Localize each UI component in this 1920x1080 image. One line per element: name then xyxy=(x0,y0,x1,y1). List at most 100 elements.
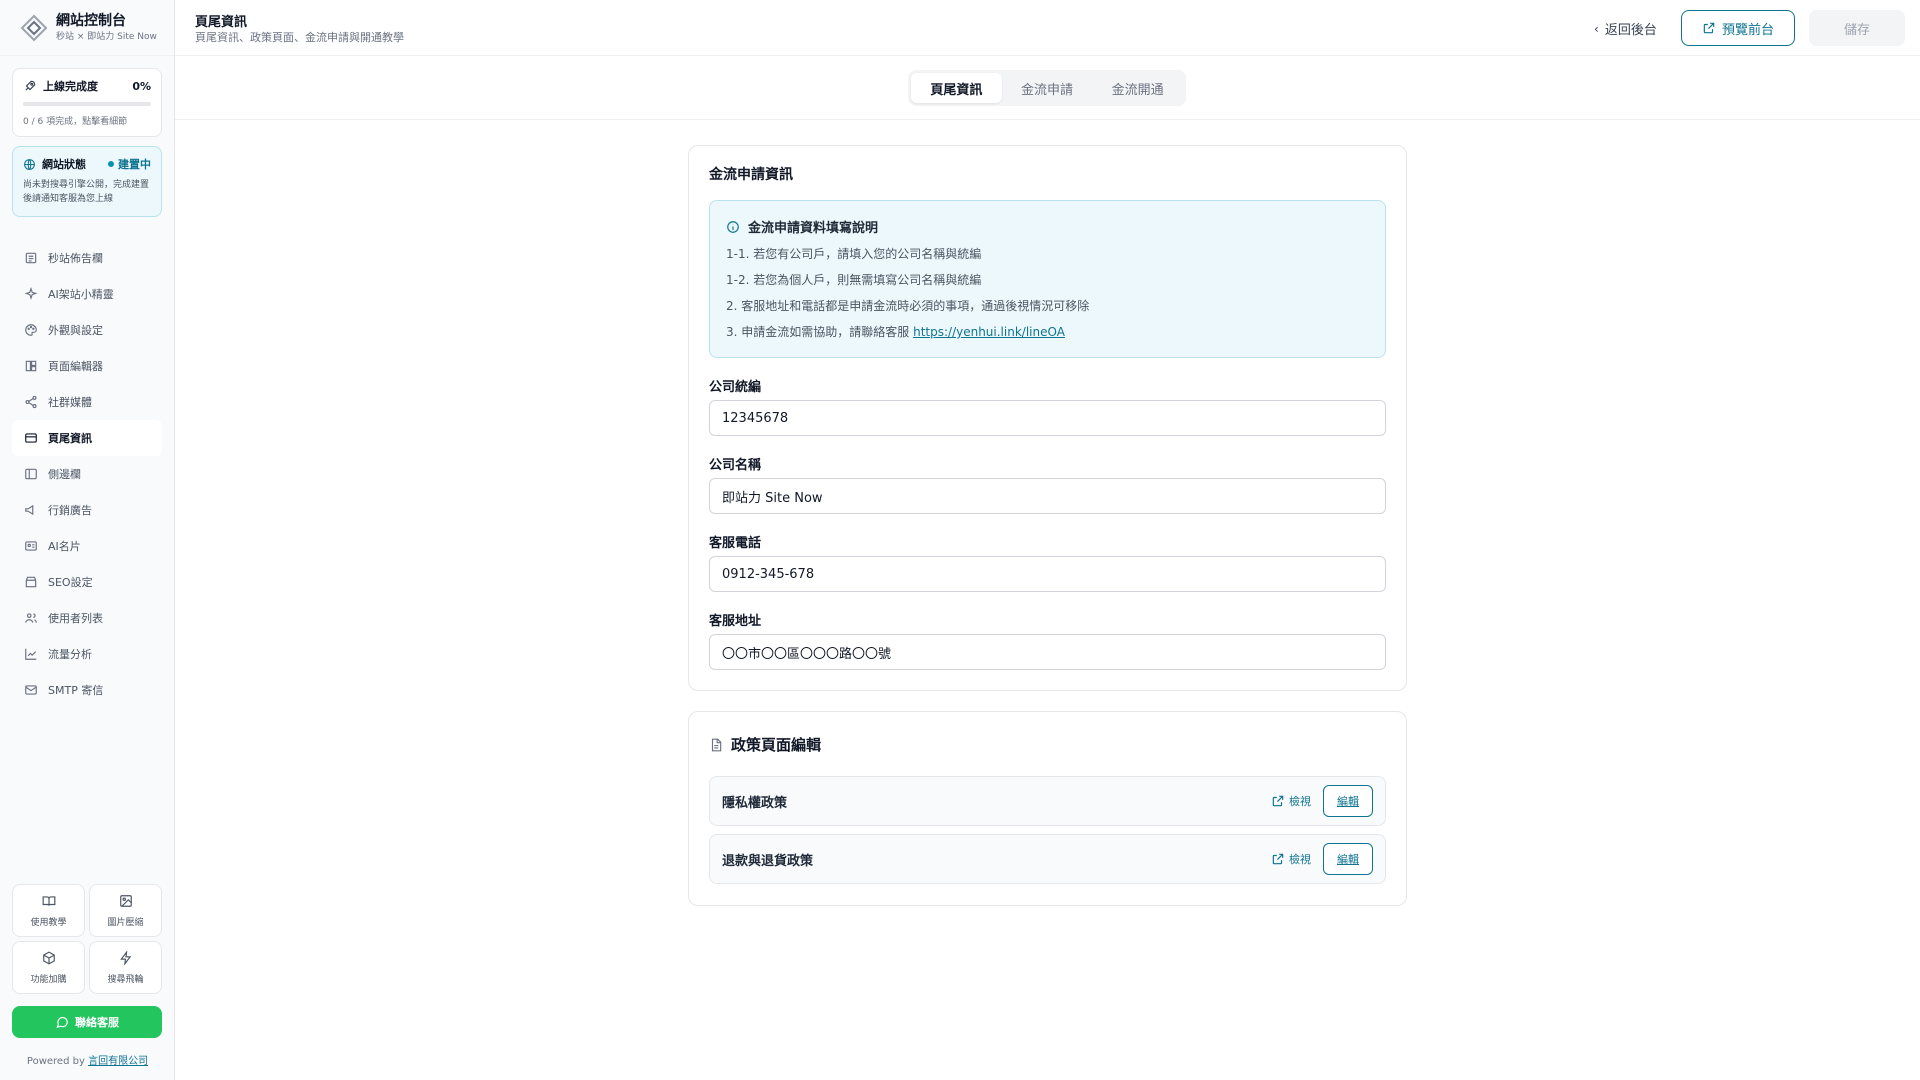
sidebar-item-social[interactable]: 社群媒體 xyxy=(12,384,162,420)
tax-id-input[interactable] xyxy=(709,400,1386,436)
policy-name: 退款與退貨政策 xyxy=(722,853,814,869)
tool-label: 使用教學 xyxy=(30,917,67,928)
view-label: 檢視 xyxy=(1289,795,1311,808)
payment-card-title: 金流申請資訊 xyxy=(709,167,793,183)
page-subtitle: 頁尾資訊、政策頁面、金流申請與開通教學 xyxy=(195,31,404,44)
phone-label: 客服電話 xyxy=(709,536,762,551)
palette-icon xyxy=(24,323,38,337)
back-label: 返回後台 xyxy=(1604,23,1657,38)
progress-bar xyxy=(23,102,151,106)
sidebar-item-ai-wizard[interactable]: AI架站小精靈 xyxy=(12,276,162,312)
progress-note: 0 / 6 項完成，點擊看細節 xyxy=(23,117,128,127)
tabs: 頁尾資訊 金流申請 金流開通 xyxy=(908,70,1186,106)
sidebar-item-label: 流量分析 xyxy=(48,648,92,661)
tab-footer-info[interactable]: 頁尾資訊 xyxy=(911,73,1002,103)
tool-tutorial-button[interactable]: 使用教學 xyxy=(12,884,85,937)
logo-icon xyxy=(20,14,48,41)
megaphone-icon xyxy=(24,503,38,517)
tabs-bar: 頁尾資訊 金流申請 金流開通 xyxy=(175,56,1920,120)
progress-percent: 0% xyxy=(132,79,151,93)
info-box: 金流申請資料填寫說明 1-1. 若您有公司戶，請填入您的公司名稱與統編 1-2.… xyxy=(709,200,1386,358)
sidebar-item-label: 頁尾資訊 xyxy=(48,432,92,445)
rocket-icon xyxy=(23,79,37,93)
sidebar-item-appearance[interactable]: 外觀與設定 xyxy=(12,312,162,348)
store-icon xyxy=(24,575,38,589)
info-line-prefix: 3. 申請金流如需協助，請聯絡客服 xyxy=(726,325,910,339)
sidebar-item-smtp[interactable]: SMTP 寄信 xyxy=(12,672,162,708)
policy-view-link[interactable]: 檢視 xyxy=(1271,793,1311,809)
bulletin-icon xyxy=(24,251,38,265)
sidebar-item-bulletin[interactable]: 秒站佈告欄 xyxy=(12,240,162,276)
tax-id-label: 公司統編 xyxy=(709,380,762,395)
powered-prefix: Powered by xyxy=(26,1056,85,1067)
sidebar-item-label: 頁面編輯器 xyxy=(48,360,103,373)
sidebar-item-label: AI架站小精靈 xyxy=(48,288,114,301)
external-link-icon xyxy=(1271,852,1285,866)
info-line: 2. 客服地址和電話都是申請金流時必須的事項，通過後視情況可移除 xyxy=(726,299,1090,313)
line-oa-link[interactable]: https://yenhui.link/lineOA xyxy=(913,325,1065,339)
tab-payment-apply[interactable]: 金流申請 xyxy=(1002,73,1093,103)
users-icon xyxy=(24,611,38,625)
policy-edit-button[interactable]: 編輯 xyxy=(1323,843,1373,875)
sidebar-item-seo[interactable]: SEO設定 xyxy=(12,564,162,600)
sidebar-item-page-editor[interactable]: 頁面編輯器 xyxy=(12,348,162,384)
sidebar-item-label: SEO設定 xyxy=(48,576,93,589)
site-status-card[interactable]: 網站狀態 建置中 尚未對搜尋引擎公開，完成建置後請通知客服為您上線 xyxy=(12,146,162,217)
back-to-admin-link[interactable]: ‹ 返回後台 xyxy=(1594,19,1657,39)
policy-card-title: 政策頁面編輯 xyxy=(731,736,822,754)
sidebar-item-marketing[interactable]: 行銷廣告 xyxy=(12,492,162,528)
tab-payment-activate[interactable]: 金流開通 xyxy=(1092,73,1183,103)
tool-search-flywheel-button[interactable]: 搜尋飛輪 xyxy=(89,941,162,994)
info-title: 金流申請資料填寫說明 xyxy=(748,221,879,236)
sidebar-item-sidebar[interactable]: 側邊欄 xyxy=(12,456,162,492)
chart-icon xyxy=(24,647,38,661)
policy-name: 隱私權政策 xyxy=(722,795,788,811)
mail-icon xyxy=(24,683,38,697)
brand[interactable]: 網站控制台 秒站 × 即站力 Site Now xyxy=(0,0,174,56)
save-button[interactable]: 儲存 xyxy=(1809,10,1905,46)
sidebar-nav: 秒站佈告欄 AI架站小精靈 外觀與設定 頁面編輯器 社群媒體 頁尾資訊 側邊欄 … xyxy=(12,240,162,708)
tool-image-compress-button[interactable]: 圖片壓縮 xyxy=(89,884,162,937)
chevron-left-icon: ‹ xyxy=(1594,21,1599,36)
phone-input[interactable] xyxy=(709,556,1386,592)
card-icon xyxy=(24,431,38,445)
address-label: 客服地址 xyxy=(709,614,762,629)
site-status-label: 網站狀態 xyxy=(42,158,86,171)
sidebar-item-label: AI名片 xyxy=(48,540,81,553)
brand-subtitle: 秒站 × 即站力 Site Now xyxy=(56,31,157,42)
info-line: 1-1. 若您有公司戶，請填入您的公司名稱與統編 xyxy=(726,247,982,261)
sidebar-item-label: 外觀與設定 xyxy=(48,324,103,337)
sidebar-item-label: 社群媒體 xyxy=(48,396,92,409)
sidebar-item-ai-card[interactable]: AI名片 xyxy=(12,528,162,564)
tool-label: 搜尋飛輪 xyxy=(107,974,144,985)
policy-view-link[interactable]: 檢視 xyxy=(1271,851,1311,867)
bolt-icon xyxy=(119,949,133,968)
layout-icon xyxy=(24,359,38,373)
company-name-label: 公司名稱 xyxy=(709,458,762,473)
sidebar-item-analytics[interactable]: 流量分析 xyxy=(12,636,162,672)
sparkle-icon xyxy=(24,287,38,301)
sidebar-item-users[interactable]: 使用者列表 xyxy=(12,600,162,636)
tool-addon-button[interactable]: 功能加購 xyxy=(12,941,85,994)
preview-frontend-button[interactable]: 預覽前台 xyxy=(1681,10,1795,46)
sidebar: 網站控制台 秒站 × 即站力 Site Now 上線完成度 0% 0 / 6 項… xyxy=(0,0,175,1080)
top-bar: 頁尾資訊 頁尾資訊、政策頁面、金流申請與開通教學 ‹ 返回後台 預覽前台 儲存 xyxy=(175,0,1920,56)
sidebar-item-label: 秒站佈告欄 xyxy=(48,252,103,265)
powered-link[interactable]: 言回有限公司 xyxy=(88,1056,148,1067)
policy-card: 政策頁面編輯 隱私權政策 檢視 編輯 退款與退貨政策 檢視 編輯 xyxy=(688,711,1407,906)
progress-card[interactable]: 上線完成度 0% 0 / 6 項完成，點擊看細節 xyxy=(12,68,162,137)
info-icon xyxy=(726,220,740,234)
contact-support-label: 聯絡客服 xyxy=(75,1016,119,1029)
sidebar-icon xyxy=(24,467,38,481)
document-icon xyxy=(709,738,723,752)
company-name-input[interactable] xyxy=(709,478,1386,514)
external-link-icon xyxy=(1271,794,1285,808)
share-icon xyxy=(24,395,38,409)
policy-edit-button[interactable]: 編輯 xyxy=(1323,785,1373,817)
info-line: 1-2. 若您為個人戶，則無需填寫公司名稱與統編 xyxy=(726,273,982,287)
address-input[interactable] xyxy=(709,634,1386,670)
view-label: 檢視 xyxy=(1289,853,1311,866)
contact-support-button[interactable]: 聯絡客服 xyxy=(12,1006,162,1038)
sidebar-item-footer-info[interactable]: 頁尾資訊 xyxy=(12,420,162,456)
globe-icon xyxy=(23,158,36,171)
